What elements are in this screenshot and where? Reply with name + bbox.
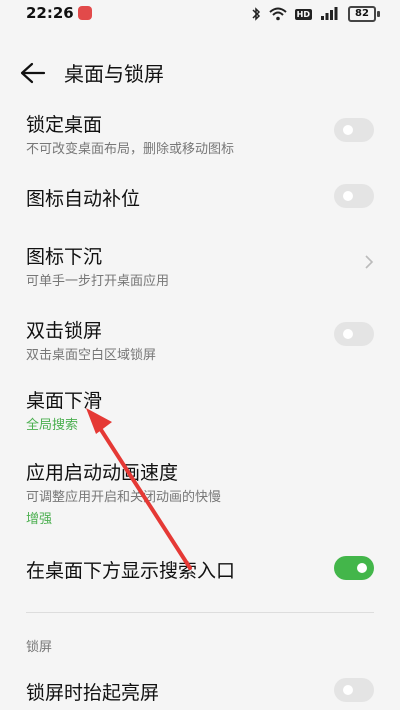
status-bar: 22:26 HD 82 <box>0 0 400 28</box>
setting-subtitle: 不可改变桌面布局，删除或移动图标 <box>26 142 235 157</box>
setting-icon-auto-fill[interactable]: 图标自动补位 <box>0 178 400 218</box>
setting-value: 增强 <box>26 512 53 527</box>
setting-value: 全局搜索 <box>26 418 79 433</box>
setting-title: 图标下沉 <box>26 246 103 268</box>
show-search-entry-toggle[interactable] <box>334 556 374 580</box>
bluetooth-icon <box>252 7 260 21</box>
hd-icon: HD <box>294 8 312 20</box>
setting-raise-to-wake[interactable]: 锁屏时抬起亮屏 <box>0 676 400 710</box>
status-time: 22:26 <box>26 4 74 22</box>
wifi-icon <box>268 7 287 21</box>
setting-subtitle: 双击桌面空白区域锁屏 <box>26 348 157 363</box>
setting-lock-desktop[interactable]: 锁定桌面 不可改变桌面布局，删除或移动图标 <box>0 104 400 166</box>
signal-icon <box>321 7 338 20</box>
double-tap-lock-toggle[interactable] <box>334 322 374 346</box>
setting-title: 锁屏时抬起亮屏 <box>26 682 160 704</box>
setting-title: 双击锁屏 <box>26 320 103 342</box>
back-arrow-icon[interactable] <box>20 62 46 84</box>
raise-to-wake-toggle[interactable] <box>334 678 374 702</box>
notification-app-icon <box>78 6 92 20</box>
setting-title: 图标自动补位 <box>26 188 141 210</box>
setting-title: 锁定桌面 <box>26 114 103 136</box>
setting-title: 在桌面下方显示搜索入口 <box>26 560 236 582</box>
icon-auto-fill-toggle[interactable] <box>334 184 374 208</box>
battery-indicator: 82 <box>348 6 380 22</box>
section-divider <box>26 612 374 613</box>
section-title-lockscreen: 锁屏 <box>26 640 53 655</box>
setting-title: 桌面下滑 <box>26 390 103 412</box>
setting-desktop-swipe-down[interactable]: 桌面下滑 全局搜索 <box>0 382 400 438</box>
setting-double-tap-lock[interactable]: 双击锁屏 双击桌面空白区域锁屏 <box>0 310 400 366</box>
setting-title: 应用启动动画速度 <box>26 462 179 484</box>
chevron-right-icon <box>365 255 374 269</box>
battery-level: 82 <box>348 6 376 22</box>
header: 桌面与锁屏 <box>0 48 400 96</box>
status-icons: HD 82 <box>251 6 380 22</box>
setting-subtitle: 可单手一步打开桌面应用 <box>26 274 170 289</box>
setting-subtitle: 可调整应用开启和关闭动画的快慢 <box>26 490 222 505</box>
setting-app-animation-speed[interactable]: 应用启动动画速度 可调整应用开启和关闭动画的快慢 增强 <box>0 454 400 528</box>
setting-icon-sink[interactable]: 图标下沉 可单手一步打开桌面应用 <box>0 236 400 292</box>
page-title: 桌面与锁屏 <box>64 62 164 86</box>
setting-show-search-entry[interactable]: 在桌面下方显示搜索入口 <box>0 552 400 592</box>
lock-desktop-toggle[interactable] <box>334 118 374 142</box>
